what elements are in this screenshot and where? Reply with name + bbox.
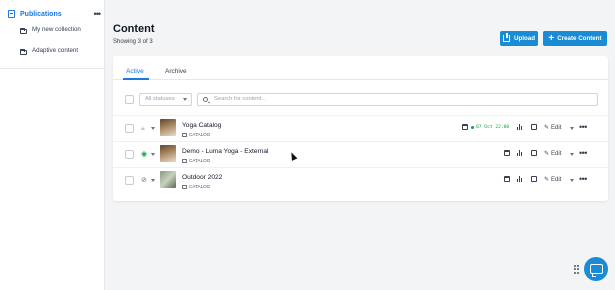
chevron-down-icon[interactable] xyxy=(151,179,155,182)
drag-handle-icon[interactable] xyxy=(574,265,581,274)
content-name[interactable]: Outdoor 2022 xyxy=(182,174,222,181)
content-name[interactable]: Demo - Luma Yoga - External xyxy=(182,148,269,155)
calendar-icon xyxy=(504,150,510,156)
catalog-icon xyxy=(182,184,187,189)
edit-label: Edit xyxy=(551,151,562,157)
analytics-icon xyxy=(517,124,523,130)
content-type-label: CATALOG xyxy=(189,184,211,189)
content-type-badge: CATALOG xyxy=(182,132,210,137)
sidebar-divider xyxy=(0,68,105,69)
edit-label: Edit xyxy=(551,125,562,131)
external-link-icon xyxy=(531,176,537,182)
upload-label: Upload xyxy=(514,35,535,42)
row-checkbox[interactable] xyxy=(125,124,134,133)
status-filter-select[interactable]: All statuses xyxy=(139,93,192,106)
schedule-button[interactable] xyxy=(504,176,510,182)
row-checkbox[interactable] xyxy=(125,176,134,185)
more-options-icon[interactable]: ••• xyxy=(579,122,587,132)
content-thumbnail xyxy=(160,119,176,136)
publications-icon xyxy=(8,10,15,18)
external-link-icon xyxy=(531,150,537,156)
chevron-down-icon[interactable] xyxy=(151,153,155,156)
draft-icon: ⊘ xyxy=(141,177,147,184)
status-dot-icon xyxy=(471,126,474,129)
edit-button[interactable]: ✎ Edit xyxy=(544,176,561,184)
external-link-icon xyxy=(531,124,537,130)
chevron-down-icon[interactable] xyxy=(570,179,574,182)
analytics-icon xyxy=(517,150,523,156)
row-checkbox[interactable] xyxy=(125,150,134,159)
schedule-status: 07 Oct 22:00 xyxy=(471,125,509,130)
sidebar-header[interactable]: Publications ••• xyxy=(8,8,102,20)
select-all-checkbox[interactable] xyxy=(125,95,134,104)
schedule-button[interactable] xyxy=(504,150,510,156)
table-row[interactable]: ⊘ Outdoor 2022 CATALOG ✎ Edit ••• xyxy=(113,167,608,192)
schedule-button[interactable] xyxy=(462,124,468,130)
sidebar-title: Publications xyxy=(20,10,62,18)
pencil-icon: ✎ xyxy=(544,125,550,131)
more-options-icon[interactable]: ••• xyxy=(579,174,587,184)
analytics-button[interactable] xyxy=(517,124,523,130)
calendar-icon xyxy=(462,124,468,130)
catalog-icon xyxy=(182,158,187,163)
sidebar-item-adaptive-content[interactable]: Adaptive content xyxy=(20,47,92,55)
create-content-button[interactable]: + Create Content xyxy=(543,31,607,46)
chevron-down-icon[interactable] xyxy=(570,153,574,156)
schedule-time: 07 Oct 22:00 xyxy=(476,125,510,130)
chevron-down-icon[interactable] xyxy=(151,127,155,130)
upload-icon xyxy=(503,33,511,42)
results-count: Showing 3 of 3 xyxy=(113,39,153,45)
page-title: Content xyxy=(113,23,155,35)
content-type-label: CATALOG xyxy=(189,158,211,163)
open-external-button[interactable] xyxy=(531,124,537,130)
tab-archive[interactable]: Archive xyxy=(165,68,187,75)
calendar-icon xyxy=(504,176,510,182)
open-external-button[interactable] xyxy=(531,150,537,156)
content-thumbnail xyxy=(160,145,176,162)
create-content-label: Create Content xyxy=(557,35,602,42)
more-options-icon[interactable]: ••• xyxy=(94,10,102,19)
search-placeholder: Search for content... xyxy=(214,96,267,102)
content-type-badge: CATALOG xyxy=(182,158,210,163)
analytics-icon xyxy=(517,176,523,182)
sidebar-item-label: My new collection xyxy=(32,26,81,33)
content-type-label: CATALOG xyxy=(189,132,211,137)
content-type-badge: CATALOG xyxy=(182,184,210,189)
table-row[interactable]: ◉ Demo - Luma Yoga - External CATALOG ✎ … xyxy=(113,141,608,166)
analytics-button[interactable] xyxy=(517,150,523,156)
content-card: Active Archive All statuses Search for c… xyxy=(113,56,608,201)
pencil-icon: ✎ xyxy=(544,177,550,183)
folder-icon xyxy=(20,49,27,55)
sidebar-item-label: Adaptive content xyxy=(32,47,79,54)
active-tab-indicator xyxy=(123,78,149,80)
status-filter-value: All statuses xyxy=(145,96,175,102)
lock-icon: 🔒︎ xyxy=(141,125,145,132)
tab-bar: Active Archive xyxy=(113,56,608,80)
edit-label: Edit xyxy=(551,177,562,183)
more-options-icon[interactable]: ••• xyxy=(579,148,587,158)
chat-icon[interactable] xyxy=(584,257,608,281)
edit-button[interactable]: ✎ Edit xyxy=(544,150,561,158)
chevron-down-icon xyxy=(183,98,187,101)
folder-icon xyxy=(20,28,27,34)
tab-active[interactable]: Active xyxy=(126,68,144,75)
content-name[interactable]: Yoga Catalog xyxy=(182,122,221,129)
catalog-icon xyxy=(182,132,187,137)
open-external-button[interactable] xyxy=(531,176,537,182)
content-thumbnail xyxy=(160,171,176,188)
published-icon: ◉ xyxy=(141,151,148,158)
sidebar-item-my-new-collection[interactable]: My new collection xyxy=(20,26,92,34)
plus-icon: + xyxy=(548,32,555,44)
table-row[interactable]: 🔒︎ Yoga Catalog CATALOG 07 Oct 22:00 ✎ E… xyxy=(113,115,608,140)
search-input[interactable]: Search for content... xyxy=(197,93,598,106)
upload-button[interactable]: Upload xyxy=(500,31,538,46)
analytics-button[interactable] xyxy=(517,176,523,182)
chevron-down-icon[interactable] xyxy=(570,127,574,130)
edit-button[interactable]: ✎ Edit xyxy=(544,124,561,132)
sidebar: Publications ••• My new collection Adapt… xyxy=(0,0,105,290)
pencil-icon: ✎ xyxy=(544,151,550,157)
search-icon xyxy=(203,97,208,102)
